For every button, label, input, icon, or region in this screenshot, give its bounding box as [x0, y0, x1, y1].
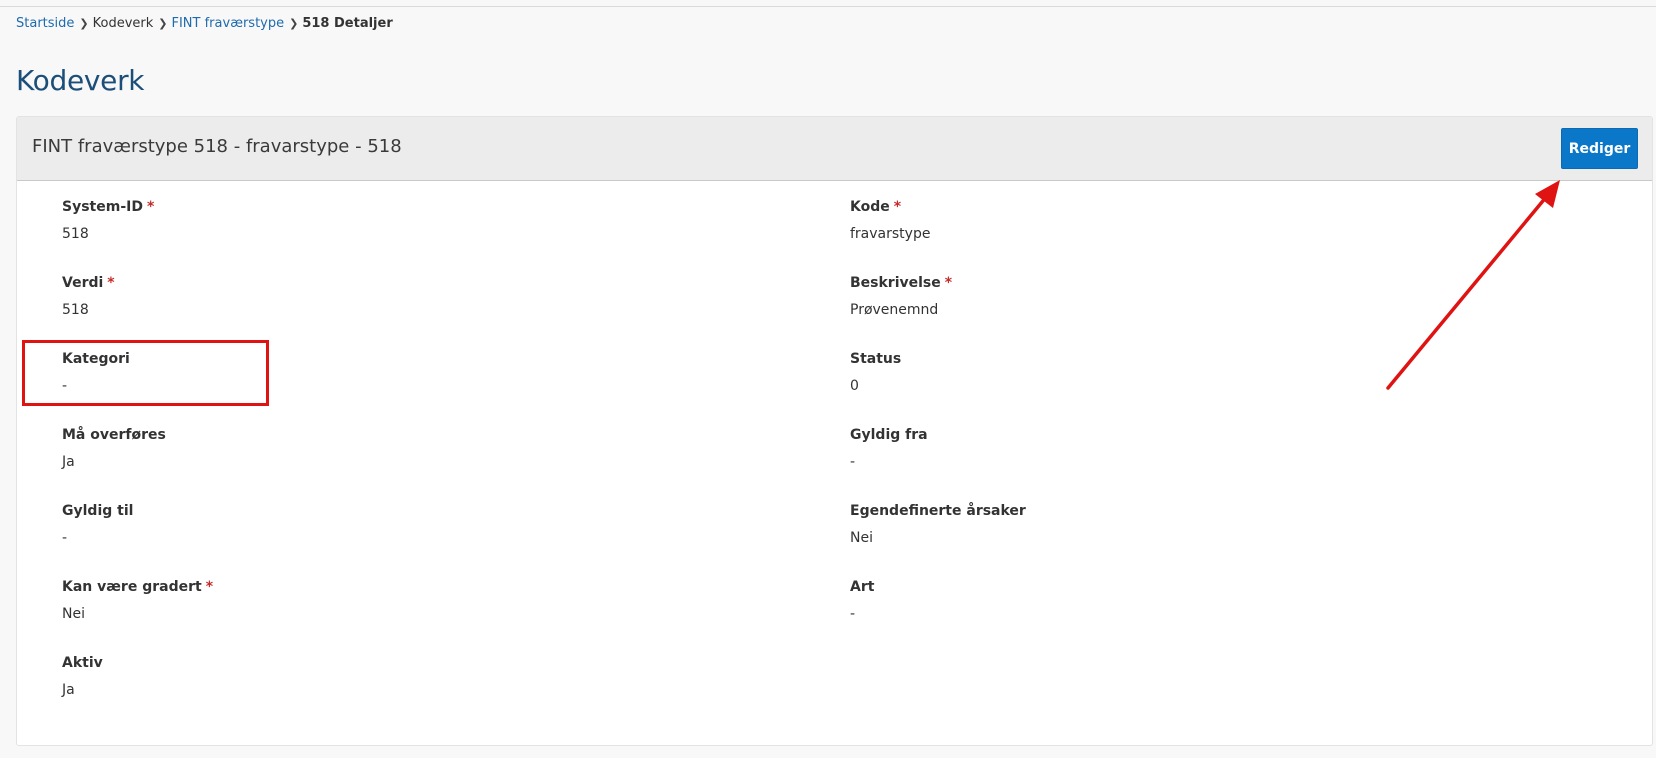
field-beskrivelse: Beskrivelse * Prøvenemnd	[850, 274, 1550, 319]
card-title: FINT fraværstype 518 - fravarstype - 518	[32, 136, 402, 157]
field-value: 518	[62, 302, 89, 318]
field-system-id: System-ID * 518	[62, 198, 762, 243]
top-bar	[0, 0, 1656, 7]
field-value: 518	[62, 226, 89, 242]
field-label: Må overføres	[62, 427, 166, 443]
field-value: -	[850, 454, 856, 470]
field-value: Nei	[62, 606, 85, 622]
required-marker: *	[107, 275, 115, 291]
page-title: Kodeverk	[16, 64, 145, 97]
edit-button[interactable]: Rediger	[1561, 128, 1638, 169]
field-value: Ja	[62, 682, 75, 698]
chevron-right-icon: ❯	[289, 17, 299, 30]
field-value: Prøvenemnd	[850, 302, 939, 318]
required-marker: *	[893, 199, 902, 215]
field-kategori: Kategori -	[62, 350, 762, 395]
field-kan-vaere-gradert: Kan være gradert * Nei	[62, 578, 762, 623]
chevron-right-icon: ❯	[79, 17, 89, 30]
field-label: Gyldig fra	[850, 427, 928, 443]
field-kode: Kode * fravarstype	[850, 198, 1550, 243]
field-gyldig-fra: Gyldig fra -	[850, 426, 1550, 471]
field-label: Status	[850, 351, 902, 367]
field-label: Kode	[850, 199, 890, 215]
breadcrumb-home-link[interactable]: Startside	[16, 16, 74, 31]
breadcrumb-current: 518 Detaljer	[302, 16, 393, 31]
field-value: 0	[850, 378, 859, 394]
breadcrumb-section: Kodeverk	[92, 16, 154, 31]
field-label: Aktiv	[62, 655, 103, 671]
field-label: Verdi	[62, 275, 104, 291]
field-value: -	[850, 606, 856, 622]
field-egendefinerte-aarsaker: Egendefinerte årsaker Nei	[850, 502, 1550, 547]
field-label: Kan være gradert	[62, 579, 202, 595]
field-status: Status 0	[850, 350, 1550, 395]
field-value: Ja	[62, 454, 75, 470]
field-maa-overfores: Må overføres Ja	[62, 426, 762, 471]
field-gyldig-til: Gyldig til -	[62, 502, 762, 547]
required-marker: *	[205, 579, 214, 595]
required-marker: *	[944, 275, 953, 291]
field-art: Art -	[850, 578, 1550, 623]
field-label: Art	[850, 579, 875, 595]
breadcrumb-type-link[interactable]: FINT fraværstype	[172, 16, 285, 31]
field-aktiv: Aktiv Ja	[62, 654, 762, 699]
field-value: -	[62, 378, 68, 394]
field-value: fravarstype	[850, 226, 931, 242]
field-label: Kategori	[62, 351, 130, 367]
breadcrumb: Startside ❯ Kodeverk ❯ FINT fraværstype ❯ 518 …	[16, 15, 393, 33]
chevron-right-icon: ❯	[158, 17, 168, 30]
field-value: Nei	[850, 530, 873, 546]
field-label: Gyldig til	[62, 503, 134, 519]
field-label: Egendefinerte årsaker	[850, 503, 1026, 519]
field-value: -	[62, 530, 68, 546]
required-marker: *	[146, 199, 155, 215]
field-label: System-ID	[62, 199, 143, 215]
field-label: Beskrivelse	[850, 275, 941, 291]
field-verdi: Verdi * 518	[62, 274, 762, 319]
details-card: FINT fraværstype 518 - fravarstype - 518…	[16, 116, 1653, 746]
card-header: FINT fraværstype 518 - fravarstype - 518…	[17, 117, 1652, 181]
